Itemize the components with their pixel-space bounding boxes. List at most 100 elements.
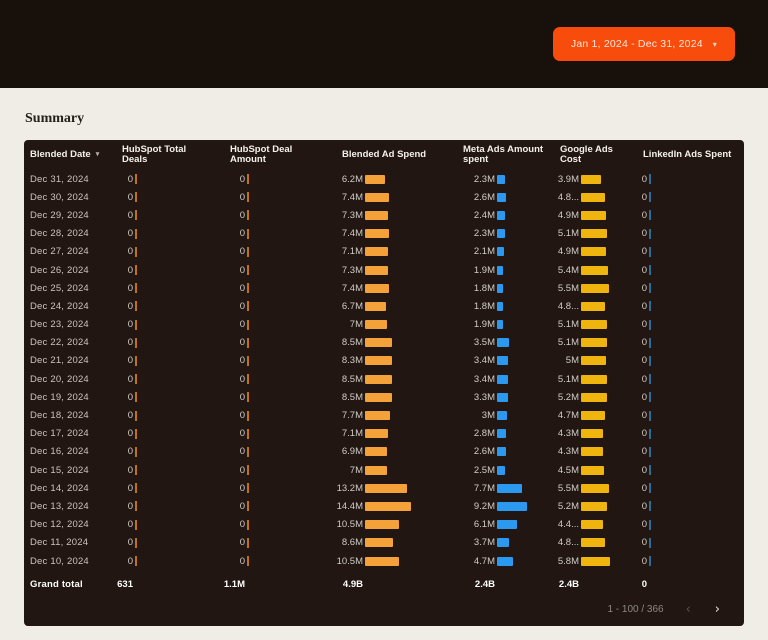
meta-ads-spent-cell: 2.8M — [455, 428, 550, 439]
cell-value: 0 — [210, 519, 245, 530]
meta-ads-spent-cell: 2.5M — [455, 465, 550, 476]
hubspot-total-deals-cell: 0 — [116, 210, 210, 221]
google-ads-cost-cell: 5M — [550, 355, 636, 366]
hubspot-deal-amount-cell: 0 — [210, 428, 328, 439]
table-row: Dec 17, 2024 0 0 7.1M 2.8M 4.3M — [24, 425, 744, 443]
meta-ads-spent-cell: 1.8M — [455, 283, 550, 294]
cell-value: 4.3M — [550, 428, 579, 439]
cell-value: 0 — [116, 355, 133, 366]
zero-bar — [135, 301, 137, 311]
cell-value: 1.8M — [455, 283, 495, 294]
cell-value: 1.8M — [455, 301, 495, 312]
blended-ad-spend-cell: 8.5M — [328, 337, 455, 348]
cell-value: 2.1M — [455, 246, 495, 257]
google-cost-bar — [581, 338, 607, 347]
linkedin-ads-spent-cell: 0 — [636, 519, 744, 530]
meta-spend-bar — [497, 429, 506, 438]
linkedin-ads-spent-cell: 0 — [636, 337, 744, 348]
zero-bar — [247, 356, 249, 366]
column-header-hubspot-deal-amount[interactable]: HubSpot Deal Amount — [210, 145, 328, 166]
cell-value: 6.1M — [455, 519, 495, 530]
hubspot-total-deals-cell: 0 — [116, 483, 210, 494]
google-cost-bar — [581, 429, 603, 438]
column-header-blended-ad-spend[interactable]: Blended Ad Spend — [328, 150, 455, 160]
google-ads-cost-cell: 3.9M — [550, 174, 636, 185]
meta-ads-spent-cell: 3M — [455, 410, 550, 421]
meta-ads-spent-cell: 3.4M — [455, 374, 550, 385]
table-body: Dec 31, 2024 0 0 6.2M 2.3M 3.9M — [24, 170, 744, 570]
cell-value: 0 — [210, 374, 245, 385]
column-header-google-ads-cost[interactable]: Google Ads Cost — [550, 145, 636, 166]
cell-value: 0 — [636, 556, 647, 567]
blended-ad-spend-cell: 7.3M — [328, 265, 455, 276]
blended-spend-bar — [365, 247, 388, 256]
cell-value: 0 — [210, 319, 245, 330]
zero-bar — [135, 556, 137, 566]
blended-ad-spend-cell: 13.2M — [328, 483, 455, 494]
cell-value: 10.5M — [328, 556, 363, 567]
cell-value: 0 — [636, 446, 647, 457]
column-header-label: Meta Ads Amount spent — [463, 145, 550, 166]
cell-value: 4.8... — [550, 537, 579, 548]
hubspot-deal-amount-cell: 0 — [210, 228, 328, 239]
table-header-row: Blended Date ▾ HubSpot Total Deals HubSp… — [24, 140, 744, 170]
blended-ad-spend-cell: 7.7M — [328, 410, 455, 421]
cell-value: 0 — [210, 501, 245, 512]
hubspot-deal-amount-cell: 0 — [210, 537, 328, 548]
pagination: 1 - 100 / 366 ‹ › — [24, 596, 744, 622]
google-ads-cost-cell: 4.9M — [550, 210, 636, 221]
google-ads-cost-cell: 5.4M — [550, 265, 636, 276]
date-range-picker-button[interactable]: Jan 1, 2024 - Dec 31, 2024 ▾ — [553, 27, 735, 61]
column-header-meta-ads-amount-spent[interactable]: Meta Ads Amount spent — [455, 145, 550, 166]
cell-value: 2.8M — [455, 428, 495, 439]
hubspot-total-deals-cell: 0 — [116, 319, 210, 330]
linkedin-ads-spent-cell: 0 — [636, 265, 744, 276]
zero-bar — [135, 283, 137, 293]
column-header-linkedin-ads-spent[interactable]: LinkedIn Ads Spent — [636, 150, 744, 160]
google-ads-cost-cell: 4.8... — [550, 301, 636, 312]
cell-value: 2.3M — [455, 228, 495, 239]
linkedin-ads-spent-cell: 0 — [636, 174, 744, 185]
zero-bar — [649, 192, 651, 202]
pagination-next-button[interactable]: › — [713, 602, 722, 617]
google-cost-bar — [581, 247, 606, 256]
zero-bar — [135, 356, 137, 366]
column-header-label: LinkedIn Ads Spent — [643, 150, 731, 160]
cell-value: 0 — [210, 446, 245, 457]
cell-value: 1.9M — [455, 319, 495, 330]
cell-value: 0 — [210, 428, 245, 439]
date-cell: Dec 29, 2024 — [24, 210, 116, 221]
zero-bar — [135, 229, 137, 239]
zero-bar — [247, 374, 249, 384]
column-header-label: Blended Ad Spend — [342, 150, 426, 160]
table-row: Dec 21, 2024 0 0 8.3M 3.4M 5M — [24, 352, 744, 370]
google-ads-cost-cell: 4.8... — [550, 192, 636, 203]
cell-value: 5.4M — [550, 265, 579, 276]
cell-value: 8.6M — [328, 537, 363, 548]
cell-value: 0 — [210, 265, 245, 276]
cell-value: 0 — [636, 392, 647, 403]
cell-value: 4.8... — [550, 192, 579, 203]
pagination-prev-button[interactable]: ‹ — [684, 602, 693, 617]
meta-spend-bar — [497, 302, 503, 311]
grand-total-google: 2.4B — [550, 579, 579, 590]
cell-value: 0 — [210, 465, 245, 476]
google-ads-cost-cell: 4.8... — [550, 537, 636, 548]
zero-bar — [649, 283, 651, 293]
blended-ad-spend-cell: 14.4M — [328, 501, 455, 512]
cell-value: 7.3M — [328, 210, 363, 221]
linkedin-ads-spent-cell: 0 — [636, 392, 744, 403]
google-ads-cost-cell: 5.2M — [550, 392, 636, 403]
column-header-hubspot-total-deals[interactable]: HubSpot Total Deals — [116, 145, 210, 166]
linkedin-ads-spent-cell: 0 — [636, 501, 744, 512]
date-cell: Dec 15, 2024 — [24, 465, 116, 476]
blended-spend-bar — [365, 375, 392, 384]
google-ads-cost-cell: 5.5M — [550, 483, 636, 494]
zero-bar — [649, 429, 651, 439]
column-header-blended-date[interactable]: Blended Date ▾ — [24, 150, 116, 160]
table-row: Dec 27, 2024 0 0 7.1M 2.1M 4.9M — [24, 243, 744, 261]
google-cost-bar — [581, 502, 607, 511]
cell-value: 0 — [116, 374, 133, 385]
google-ads-cost-cell: 5.1M — [550, 337, 636, 348]
grand-total-linkedin: 0 — [636, 579, 647, 590]
